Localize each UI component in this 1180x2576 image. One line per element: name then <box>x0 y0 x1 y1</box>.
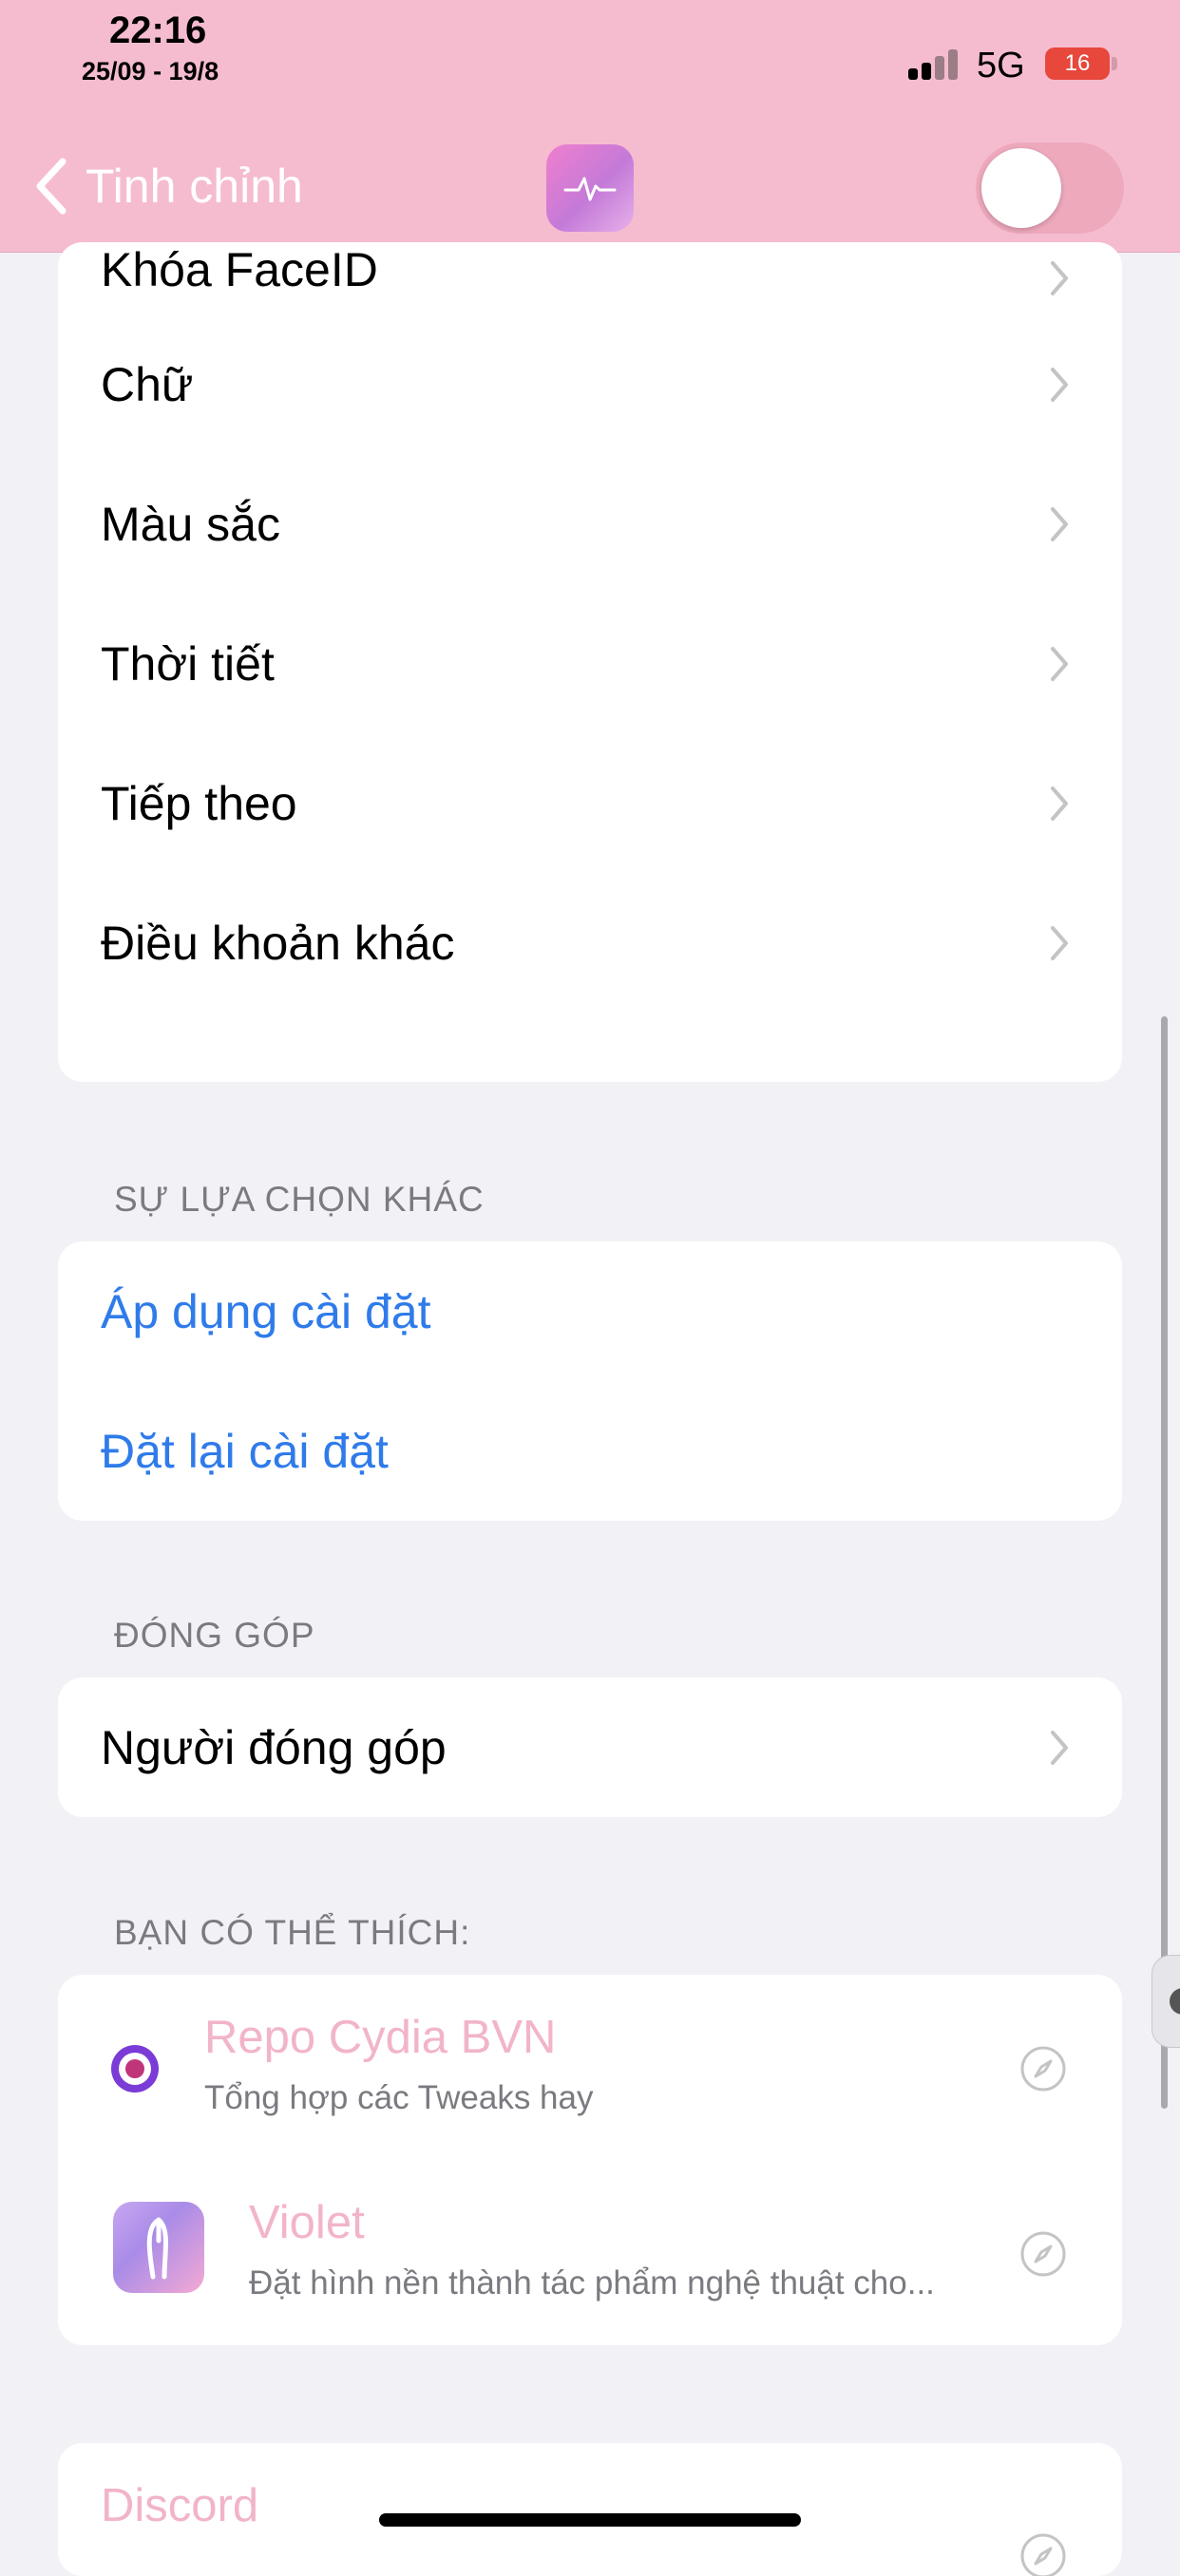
reset-settings-button[interactable]: Đặt lại cài đặt <box>58 1381 1122 1521</box>
compass-icon <box>1020 2231 1066 2277</box>
network-type: 5G <box>977 46 1025 85</box>
suggestions-group: Repo Cydia BVN Tổng hợp các Tweaks hay V… <box>58 1975 1122 2345</box>
suggestion-subtitle: Tổng hợp các Tweaks hay <box>204 2079 594 2116</box>
list-item-label: Chữ <box>101 357 194 411</box>
suggestion-title: Violet <box>249 2197 365 2248</box>
battery-icon: 16 <box>1045 47 1110 80</box>
navigation-bar: 22:16 25/09 - 19/8 5G 16 Tinh chỉnh <box>0 0 1180 253</box>
apply-settings-button[interactable]: Áp dụng cài đặt <box>58 1241 1122 1381</box>
status-time: 22:16 <box>109 9 207 51</box>
list-item-label: Điều khoản khác <box>101 916 455 970</box>
assistive-touch-dot <box>1170 1988 1180 2015</box>
chevron-right-icon <box>1051 261 1068 295</box>
waveform-icon <box>546 144 634 232</box>
list-item-text[interactable]: Chữ <box>58 314 1122 454</box>
back-button[interactable]: Tinh chỉnh <box>34 158 303 215</box>
chevron-right-icon <box>1051 786 1068 821</box>
section-header-other-options: SỰ LỰA CHỌN KHÁC <box>114 1180 485 1219</box>
settings-menu-group: Khóa FaceID Chữ Màu sắc Thời tiết Tiếp t… <box>58 242 1122 1082</box>
compass-icon <box>1020 2533 1066 2576</box>
list-item-contributors[interactable]: Người đóng góp <box>58 1677 1122 1817</box>
list-item-label: Khóa FaceID <box>101 243 378 296</box>
cellular-signal-icon <box>908 49 961 80</box>
list-item-other-terms[interactable]: Điều khoản khác <box>58 873 1122 1013</box>
list-item-label: Người đóng góp <box>101 1720 447 1774</box>
suggestion-violet[interactable]: Violet Đặt hình nền thành tác phẩm nghệ … <box>58 2160 1122 2345</box>
suggestion-discord[interactable]: Discord <box>58 2443 1122 2576</box>
back-label: Tinh chỉnh <box>86 160 303 213</box>
chevron-right-icon <box>1051 367 1068 402</box>
list-item-label: Màu sắc <box>101 497 280 551</box>
chevron-right-icon <box>1051 506 1068 541</box>
chevron-left-icon <box>36 158 67 215</box>
compass-icon <box>1020 2046 1066 2092</box>
violet-app-icon <box>113 2202 204 2293</box>
suggestion-title: Discord <box>101 2480 259 2531</box>
status-date: 25/09 - 19/8 <box>82 57 219 85</box>
section-header-suggestions: BẠN CÓ THỂ THÍCH: <box>114 1913 471 1952</box>
list-item-label: Tiếp theo <box>101 776 297 830</box>
list-item-weather[interactable]: Thời tiết <box>58 594 1122 733</box>
enable-toggle[interactable] <box>976 142 1124 234</box>
toggle-knob <box>981 148 1061 228</box>
chevron-right-icon <box>1051 925 1068 960</box>
repo-logo-icon <box>111 2045 159 2093</box>
assistive-touch-button[interactable] <box>1151 1955 1180 2048</box>
scrollbar[interactable] <box>1161 1016 1168 2109</box>
list-item-next[interactable]: Tiếp theo <box>58 733 1122 873</box>
list-item-faceid[interactable]: Khóa FaceID <box>58 242 1122 314</box>
battery-tip <box>1112 57 1117 70</box>
chevron-right-icon <box>1051 646 1068 681</box>
list-item-colors[interactable]: Màu sắc <box>58 454 1122 594</box>
suggestion-title: Repo Cydia BVN <box>204 2012 557 2063</box>
suggestion-subtitle: Đặt hình nền thành tác phẩm nghệ thuật c… <box>249 2264 935 2301</box>
apply-settings-label: Áp dụng cài đặt <box>101 1284 431 1338</box>
chevron-right-icon <box>1051 1730 1068 1765</box>
suggestion-repo-cydia-bvn[interactable]: Repo Cydia BVN Tổng hợp các Tweaks hay <box>58 1975 1122 2160</box>
contribute-group: Người đóng góp <box>58 1677 1122 1817</box>
home-indicator[interactable] <box>379 2513 801 2527</box>
section-header-contribute: ĐÓNG GÓP <box>114 1616 315 1655</box>
reset-settings-label: Đặt lại cài đặt <box>101 1424 389 1478</box>
list-item-label: Thời tiết <box>101 636 275 691</box>
other-options-group: Áp dụng cài đặt Đặt lại cài đặt <box>58 1241 1122 1521</box>
discord-group: Discord <box>58 2443 1122 2576</box>
